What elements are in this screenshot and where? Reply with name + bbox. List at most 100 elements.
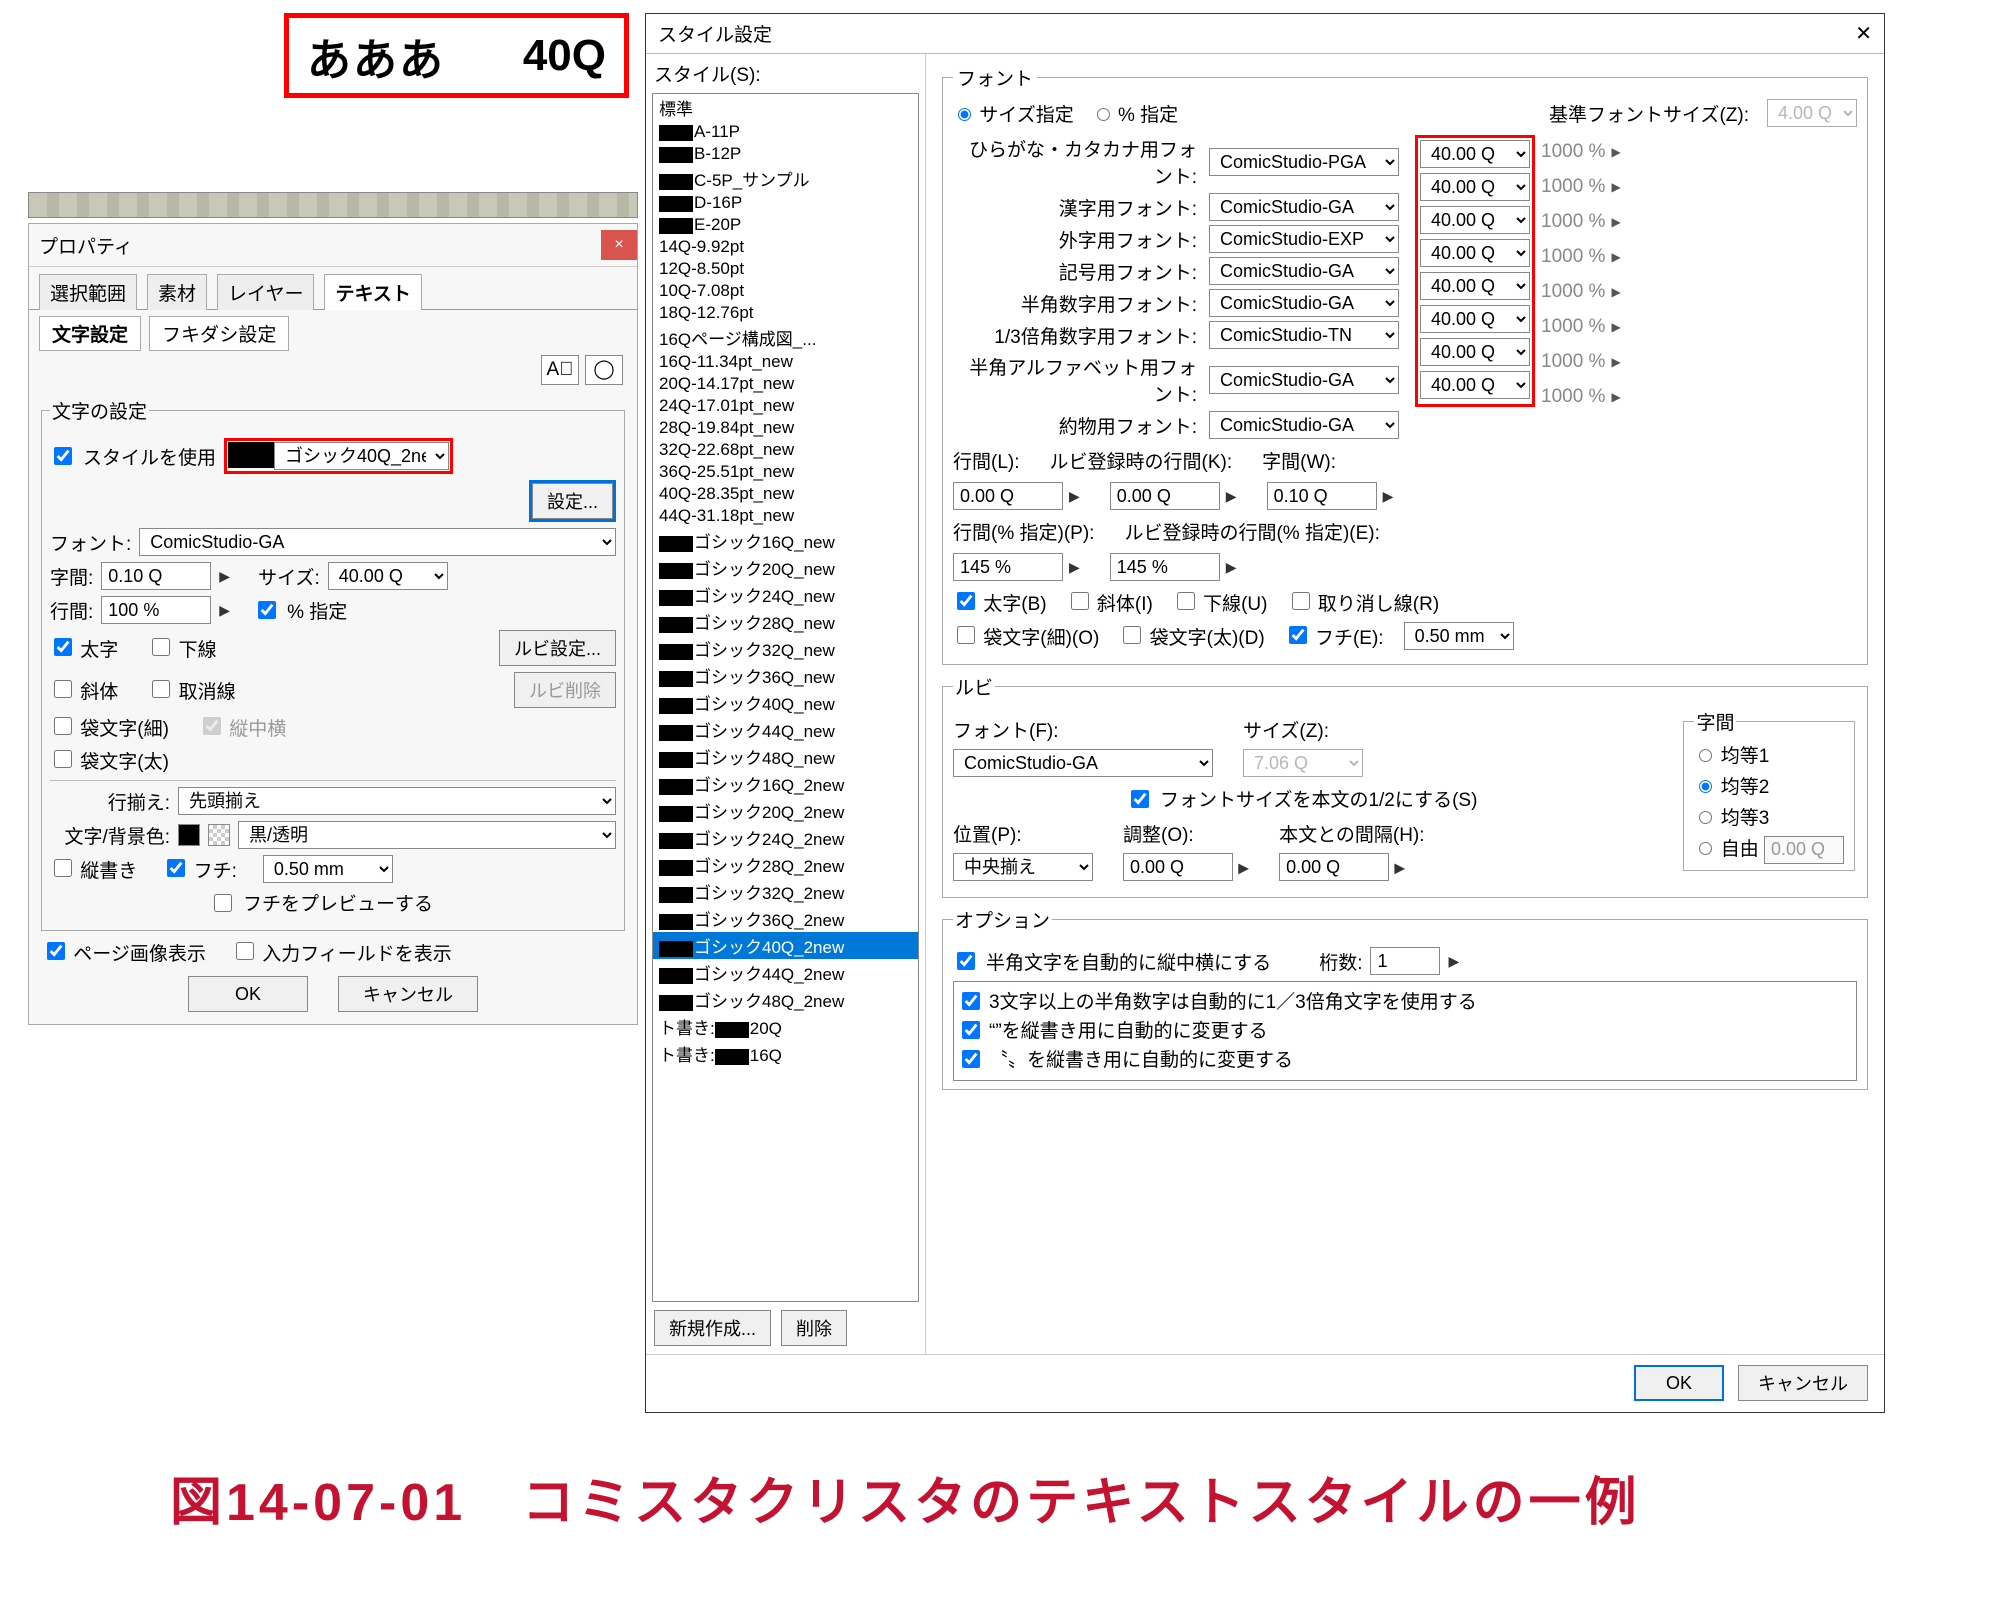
- style-item[interactable]: ゴシック44Q_new: [653, 716, 918, 743]
- style-item[interactable]: 36Q-25.51pt_new: [653, 461, 918, 483]
- ruby-half-checkbox[interactable]: [1131, 790, 1149, 808]
- fukuro-thin-checkbox[interactable]: [54, 717, 72, 735]
- italic-i-checkbox[interactable]: [1071, 592, 1089, 610]
- bold-b-checkbox[interactable]: [957, 592, 975, 610]
- font-row-size[interactable]: 40.00 Q: [1420, 206, 1530, 234]
- fuchi-e-checkbox[interactable]: [1289, 626, 1307, 644]
- style-item[interactable]: ト書き:20Q: [653, 1013, 918, 1040]
- tab-3[interactable]: テキスト: [324, 274, 421, 310]
- font-row-select[interactable]: ComicStudio-GA: [1209, 257, 1399, 285]
- strike-checkbox[interactable]: [152, 680, 170, 698]
- text-frame-icon[interactable]: A⃞: [541, 355, 579, 385]
- style-item[interactable]: 24Q-17.01pt_new: [653, 395, 918, 417]
- style-item[interactable]: ゴシック36Q_2new: [653, 905, 918, 932]
- font-row-select[interactable]: ComicStudio-GA: [1209, 411, 1399, 439]
- stepper-icon[interactable]: ▶: [1611, 355, 1620, 369]
- dialog-cancel-button[interactable]: キャンセル: [1738, 1365, 1868, 1401]
- style-item[interactable]: 12Q-8.50pt: [653, 258, 918, 280]
- opt-item-checkbox[interactable]: [962, 1021, 980, 1039]
- stepper-icon[interactable]: ▶: [1238, 860, 1249, 876]
- gyoukan-stepper-icon[interactable]: ▶: [219, 602, 230, 619]
- style-item[interactable]: ゴシック24Q_2new: [653, 824, 918, 851]
- bold-checkbox[interactable]: [54, 638, 72, 656]
- pct-shitei-checkbox[interactable]: [258, 601, 276, 619]
- style-item[interactable]: ゴシック32Q_2new: [653, 878, 918, 905]
- ruby-settings-button[interactable]: ルビ設定...: [499, 630, 616, 666]
- font-row-size[interactable]: 40.00 Q: [1420, 338, 1530, 366]
- stepper-icon[interactable]: ▶: [1611, 320, 1620, 334]
- font-row-select[interactable]: ComicStudio-EXP: [1209, 225, 1399, 253]
- italic-checkbox[interactable]: [54, 680, 72, 698]
- size-select[interactable]: 40.00 Q: [328, 562, 448, 590]
- fukuro-thick-checkbox[interactable]: [54, 750, 72, 768]
- fuchi-e-select[interactable]: 0.50 mm: [1404, 622, 1514, 650]
- settings-button[interactable]: 設定...: [532, 483, 613, 519]
- style-item[interactable]: ゴシック32Q_new: [653, 635, 918, 662]
- style-item[interactable]: ト書き:16Q: [653, 1040, 918, 1067]
- style-item[interactable]: ゴシック40Q_2new: [653, 932, 918, 959]
- style-item[interactable]: 18Q-12.76pt: [653, 302, 918, 324]
- fuchi-value-select[interactable]: 0.50 mm: [263, 855, 393, 883]
- style-item[interactable]: ゴシック16Q_new: [653, 527, 918, 554]
- opt-item-checkbox[interactable]: [962, 1050, 980, 1068]
- style-list[interactable]: 標準A-11PB-12PC-5P_サンプルD-16PE-20P14Q-9.92p…: [652, 93, 919, 1302]
- size-radio[interactable]: [958, 108, 971, 121]
- style-item[interactable]: ゴシック36Q_new: [653, 662, 918, 689]
- sub-tab-0[interactable]: 文字設定: [39, 316, 141, 351]
- style-item[interactable]: 10Q-7.08pt: [653, 280, 918, 302]
- option-list[interactable]: 3文字以上の半角数字は自動的に1／3倍角文字を使用する“”を縦書き用に自動的に変…: [953, 981, 1857, 1081]
- pct-radio[interactable]: [1097, 108, 1110, 121]
- opt-item-checkbox[interactable]: [962, 992, 980, 1010]
- delete-style-button[interactable]: 削除: [781, 1310, 847, 1346]
- font-row-select[interactable]: ComicStudio-TN: [1209, 321, 1399, 349]
- style-item[interactable]: ゴシック28Q_new: [653, 608, 918, 635]
- ruby-gap-input[interactable]: [1279, 853, 1389, 881]
- stepper-icon[interactable]: ▶: [1611, 215, 1620, 229]
- jikan-radio-2[interactable]: 均等3: [1694, 803, 1844, 830]
- stepper-icon[interactable]: ▶: [1069, 559, 1080, 576]
- font-row-size[interactable]: 40.00 Q: [1420, 371, 1530, 399]
- font-row-select[interactable]: ComicStudio-GA: [1209, 366, 1399, 394]
- sub-tab-1[interactable]: フキダシ設定: [149, 316, 289, 351]
- underline-u-checkbox[interactable]: [1177, 592, 1195, 610]
- ruby-adj-input[interactable]: [1123, 853, 1233, 881]
- style-item[interactable]: 16Q-11.34pt_new: [653, 351, 918, 373]
- style-item[interactable]: 14Q-9.92pt: [653, 236, 918, 258]
- gyoukan-l-input[interactable]: [953, 482, 1063, 510]
- style-item[interactable]: B-12P: [653, 143, 918, 165]
- jikan-radio-0[interactable]: 均等1: [1694, 741, 1844, 768]
- style-item[interactable]: D-16P: [653, 192, 918, 214]
- dialog-close-icon[interactable]: ✕: [1855, 21, 1872, 46]
- align-select[interactable]: 先頭揃え: [178, 787, 616, 815]
- jikan-w-input[interactable]: [1267, 482, 1377, 510]
- opt-tatechuu-checkbox[interactable]: [957, 952, 975, 970]
- page-image-checkbox[interactable]: [47, 942, 65, 960]
- strike-r-checkbox[interactable]: [1292, 592, 1310, 610]
- stepper-icon[interactable]: ▶: [1069, 488, 1080, 505]
- tab-2[interactable]: レイヤー: [217, 274, 314, 310]
- stepper-icon[interactable]: ▶: [1226, 559, 1237, 576]
- stepper-icon[interactable]: ▶: [1611, 180, 1620, 194]
- style-item[interactable]: ゴシック44Q_2new: [653, 959, 918, 986]
- input-field-checkbox[interactable]: [236, 942, 254, 960]
- style-item[interactable]: ゴシック16Q_2new: [653, 770, 918, 797]
- style-item[interactable]: 40Q-28.35pt_new: [653, 483, 918, 505]
- stepper-icon[interactable]: ▶: [1383, 488, 1394, 505]
- style-item[interactable]: 16Qページ構成図_...: [653, 324, 918, 351]
- style-item[interactable]: 標準: [653, 94, 918, 121]
- ruby-gyoukan-k-input[interactable]: [1110, 482, 1220, 510]
- style-item[interactable]: ゴシック40Q_new: [653, 689, 918, 716]
- stepper-icon[interactable]: ▶: [1448, 953, 1459, 970]
- font-row-size[interactable]: 40.00 Q: [1420, 305, 1530, 333]
- font-row-select[interactable]: ComicStudio-GA: [1209, 193, 1399, 221]
- style-item[interactable]: C-5P_サンプル: [653, 165, 918, 192]
- new-style-button[interactable]: 新規作成...: [654, 1310, 771, 1346]
- fuchi-checkbox[interactable]: [167, 859, 185, 877]
- property-ok-button[interactable]: OK: [188, 976, 308, 1012]
- stepper-icon[interactable]: ▶: [1226, 488, 1237, 505]
- font-row-size[interactable]: 40.00 Q: [1420, 140, 1530, 168]
- style-select[interactable]: ゴシック40Q_2ne: [274, 442, 449, 470]
- style-item[interactable]: ゴシック48Q_2new: [653, 986, 918, 1013]
- style-item[interactable]: ゴシック24Q_new: [653, 581, 918, 608]
- gyoukan-input[interactable]: [101, 596, 211, 624]
